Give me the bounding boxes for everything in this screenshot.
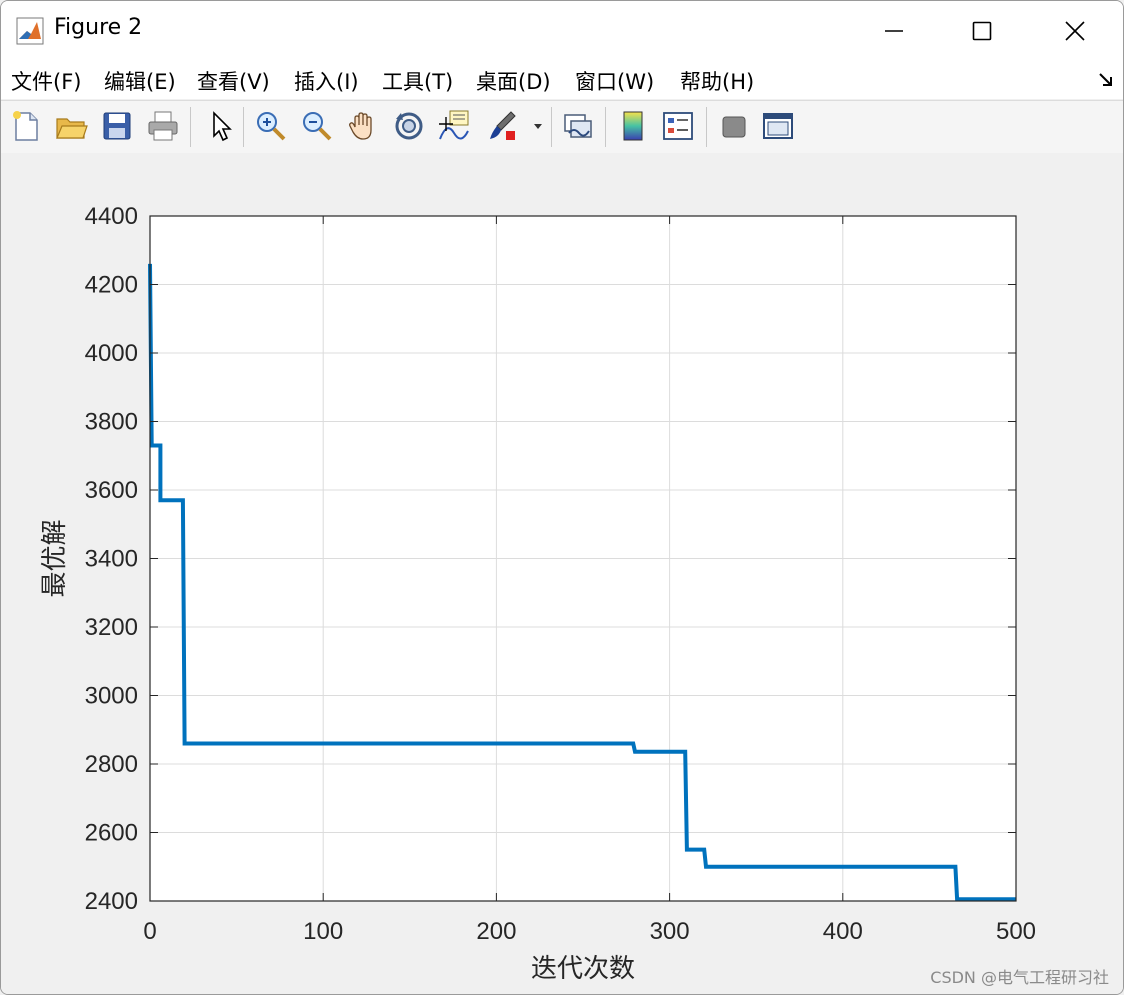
y-tick-label: 4200 (85, 272, 138, 299)
close-button[interactable] (1052, 9, 1098, 53)
maximize-icon (972, 21, 992, 41)
toolbar-separator (706, 107, 707, 147)
y-axis-label: 最优解 (40, 519, 70, 597)
plot-area[interactable]: 0 100 200 300 400 500 2400 2600 2800 3000 3200 3400… (1, 153, 1123, 994)
matlab-icon (16, 17, 44, 45)
y-tick-label: 3200 (85, 614, 138, 641)
y-tick-label: 4000 (85, 340, 138, 367)
zoom-in-icon[interactable] (254, 109, 288, 143)
menu-edit[interactable]: 编辑(E) (104, 66, 176, 96)
zoom-out-icon[interactable] (300, 109, 334, 143)
minimize-icon (885, 30, 903, 32)
title-bar[interactable]: Figure 2 (1, 1, 1123, 61)
open-file-icon[interactable] (54, 109, 88, 143)
menu-tools[interactable]: 工具(T) (382, 66, 453, 96)
y-tick-label: 3000 (85, 683, 138, 710)
legend-icon[interactable] (661, 109, 695, 143)
y-tick-label: 2400 (85, 888, 138, 915)
brush-dropdown-icon[interactable] (529, 109, 547, 143)
menu-view[interactable]: 查看(V) (197, 66, 270, 96)
menu-bar: 文件(F) 编辑(E) 查看(V) 插入(I) 工具(T) 桌面(D) 窗口(W… (1, 61, 1123, 99)
toolbar-separator (551, 107, 552, 147)
link-plot-icon[interactable] (561, 109, 595, 143)
watermark: CSDN @电气工程研习社 (930, 968, 1109, 987)
toolbar-separator (190, 107, 191, 147)
print-icon[interactable] (146, 109, 180, 143)
x-tick-label: 500 (996, 918, 1036, 945)
close-icon (1065, 21, 1085, 41)
x-tick-label: 200 (476, 918, 516, 945)
figure-canvas: 0 100 200 300 400 500 2400 2600 2800 3000 3200 3400… (1, 153, 1123, 994)
menu-desktop[interactable]: 桌面(D) (476, 66, 551, 96)
data-cursor-icon[interactable] (437, 109, 471, 143)
rotate-3d-icon[interactable] (392, 109, 426, 143)
y-tick-label: 2800 (85, 751, 138, 778)
y-tick-label: 2600 (85, 820, 138, 847)
hide-plot-tools-icon[interactable] (717, 109, 751, 143)
window-title: Figure 2 (54, 15, 143, 40)
x-axis-label: 迭代次数 (531, 954, 635, 984)
minimize-button[interactable] (871, 9, 917, 53)
edit-plot-arrow-icon[interactable] (204, 109, 238, 143)
y-tick-label: 3800 (85, 409, 138, 436)
toolbar-separator (605, 107, 606, 147)
show-plot-tools-icon[interactable] (761, 109, 795, 143)
pan-hand-icon[interactable] (346, 109, 380, 143)
colorbar-icon[interactable] (616, 109, 650, 143)
figure-toolbar (1, 100, 1123, 154)
save-icon[interactable] (100, 109, 134, 143)
menu-file[interactable]: 文件(F) (11, 66, 81, 96)
maximize-button[interactable] (959, 9, 1005, 53)
y-tick-label: 3400 (85, 546, 138, 573)
dock-arrow-icon[interactable] (1097, 71, 1115, 89)
toolbar-separator (243, 107, 244, 147)
x-tick-label: 300 (650, 918, 690, 945)
x-tick-label: 100 (303, 918, 343, 945)
menu-insert[interactable]: 插入(I) (294, 66, 359, 96)
new-figure-icon[interactable] (9, 109, 43, 143)
y-tick-label: 4400 (85, 203, 138, 230)
x-tick-label: 0 (143, 918, 156, 945)
menu-window[interactable]: 窗口(W) (575, 66, 654, 96)
figure-window: Figure 2 文件(F) 编辑(E) 查看(V) 插入(I) 工具(T) 桌… (0, 0, 1124, 995)
menu-help[interactable]: 帮助(H) (680, 66, 754, 96)
x-tick-label: 400 (823, 918, 863, 945)
y-tick-label: 3600 (85, 477, 138, 504)
brush-icon[interactable] (485, 109, 519, 143)
